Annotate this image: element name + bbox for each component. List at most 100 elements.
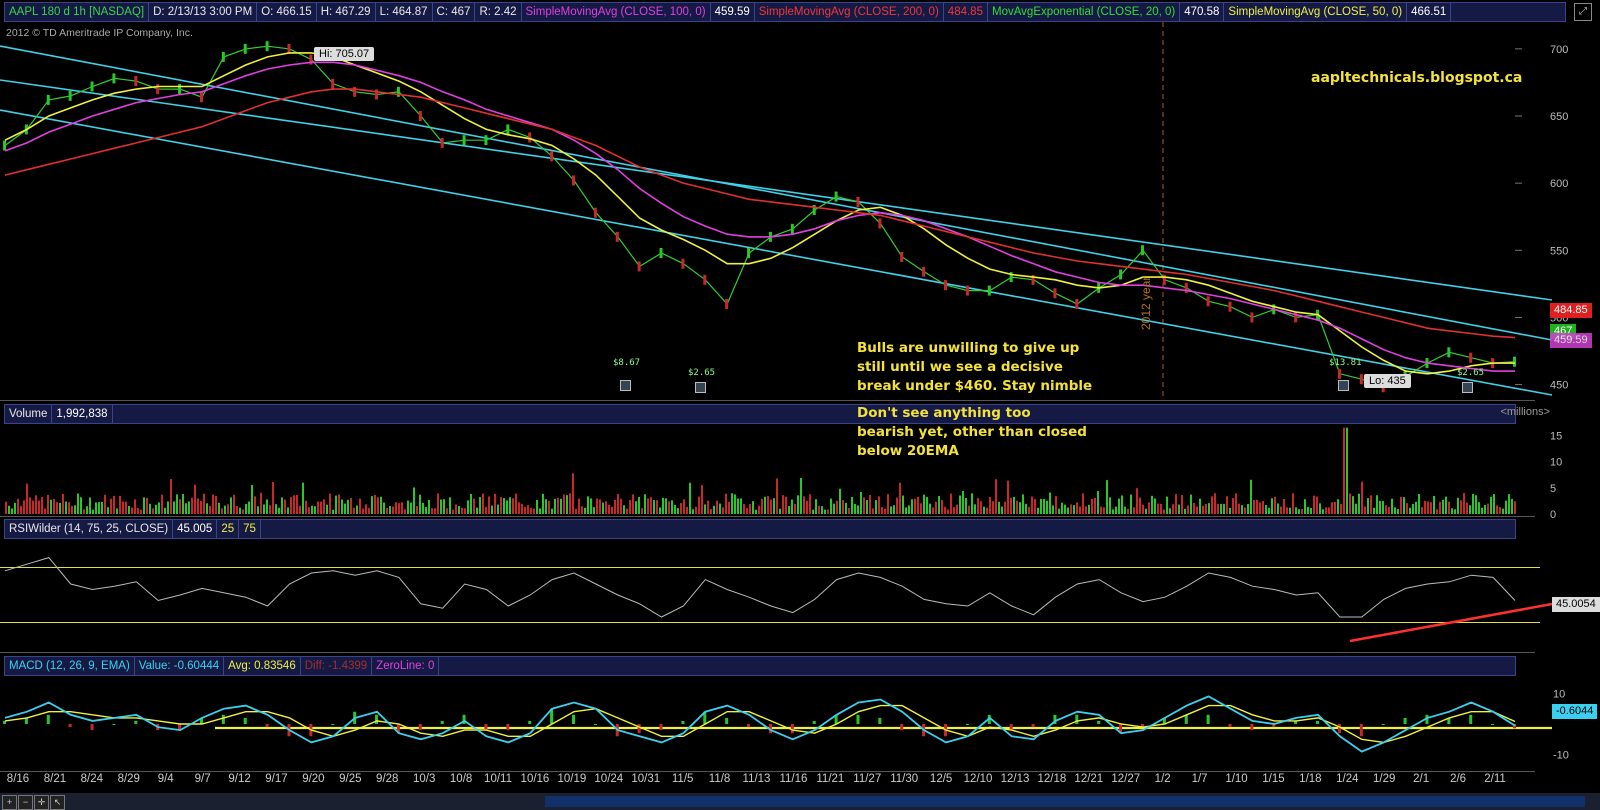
rsi-value-tag: 45.0054 bbox=[1552, 597, 1600, 612]
volume-bar bbox=[1214, 493, 1216, 514]
date-tick-label: 12/18 bbox=[1037, 773, 1067, 785]
volume-bar bbox=[83, 509, 85, 514]
volume-bar bbox=[785, 496, 787, 514]
volume-bar bbox=[917, 496, 919, 514]
dividend-icon[interactable] bbox=[620, 380, 631, 391]
earnings-icon[interactable] bbox=[1338, 380, 1349, 391]
volume-bar bbox=[1322, 509, 1324, 514]
volume-bar bbox=[488, 496, 490, 514]
volume-bar bbox=[1268, 507, 1270, 514]
macd-avg-line bbox=[4, 704, 1516, 744]
price-candle bbox=[1119, 269, 1123, 280]
volume-bar bbox=[845, 502, 847, 514]
time-scrollbar[interactable] bbox=[545, 796, 1585, 807]
volume-bar bbox=[629, 500, 631, 514]
macd-axis-label: -10 bbox=[1553, 750, 1569, 762]
volume-bar bbox=[884, 508, 886, 514]
zoom-in-icon[interactable]: + bbox=[2, 795, 17, 810]
volume-bar bbox=[1442, 499, 1444, 514]
volume-bar bbox=[113, 495, 115, 514]
price-candle bbox=[790, 223, 794, 234]
date-tick-label: 11/8 bbox=[708, 773, 731, 785]
date-tick-label: 9/25 bbox=[339, 773, 362, 785]
volume-bar bbox=[1496, 505, 1498, 514]
date-tick-label: 11/5 bbox=[671, 773, 694, 785]
macd-histogram-bar bbox=[725, 717, 729, 724]
price-candle bbox=[659, 247, 663, 258]
price-candle bbox=[965, 285, 969, 296]
volume-bar bbox=[1094, 497, 1096, 514]
volume-bar bbox=[1097, 490, 1099, 514]
crosshair-icon[interactable]: ✛ bbox=[34, 795, 49, 810]
volume-bar bbox=[1187, 505, 1189, 514]
volume-bar bbox=[1397, 509, 1399, 514]
price-candle bbox=[418, 111, 422, 121]
date-tick-label: 2/6 bbox=[1450, 773, 1467, 785]
dividend-icon[interactable] bbox=[695, 382, 706, 393]
macd-value-line bbox=[4, 695, 1516, 753]
macd-histogram-bar bbox=[681, 720, 685, 724]
volume-bar bbox=[116, 508, 118, 514]
volume-bar bbox=[833, 503, 835, 514]
cursor-icon[interactable]: ↖ bbox=[50, 795, 65, 810]
volume-bar bbox=[911, 499, 913, 514]
volume-bar bbox=[1484, 504, 1486, 514]
volume-bar bbox=[41, 496, 43, 514]
volume-bar bbox=[509, 497, 511, 514]
volume-bar bbox=[1499, 507, 1501, 514]
volume-bar bbox=[1439, 501, 1441, 514]
volume-bar bbox=[389, 506, 391, 514]
volume-bar bbox=[158, 502, 160, 514]
volume-bar bbox=[71, 505, 73, 514]
volume-bar bbox=[1289, 507, 1291, 514]
volume-bar bbox=[512, 498, 514, 514]
macd-histogram-bar bbox=[593, 724, 597, 725]
volume-bar bbox=[557, 497, 559, 514]
volume-bar bbox=[137, 507, 139, 514]
volume-bar bbox=[107, 507, 109, 514]
volume-bar bbox=[1115, 506, 1117, 514]
volume-bar bbox=[836, 500, 838, 514]
volume-bar bbox=[440, 499, 442, 514]
date-tick-label: 9/17 bbox=[265, 773, 288, 785]
volume-bar bbox=[1283, 499, 1285, 514]
volume-bar bbox=[1019, 502, 1021, 514]
price-axis-label: 650 bbox=[1550, 111, 1568, 123]
macd-histogram-bar bbox=[1228, 724, 1232, 728]
volume-bar bbox=[35, 495, 37, 514]
volume-bar bbox=[1160, 503, 1162, 514]
price-candle bbox=[725, 299, 729, 309]
volume-bar bbox=[1403, 497, 1405, 514]
volume-bar bbox=[809, 494, 811, 514]
price-axis-label: 450 bbox=[1550, 380, 1568, 392]
macd-histogram-bar bbox=[659, 724, 663, 731]
volume-bar bbox=[152, 508, 154, 514]
volume-bar bbox=[1385, 505, 1387, 514]
volume-bar bbox=[1142, 504, 1144, 514]
volume-bar bbox=[125, 501, 127, 514]
volume-bar bbox=[614, 499, 616, 514]
volume-bar bbox=[503, 498, 505, 514]
volume-bar bbox=[233, 494, 235, 514]
volume-bar bbox=[749, 503, 751, 514]
volume-bar bbox=[914, 498, 916, 514]
chart-canvas[interactable]: 4505005506006507000510152575-1010 bbox=[0, 0, 1600, 790]
volume-bar bbox=[1163, 509, 1165, 514]
zoom-out-icon[interactable]: − bbox=[18, 795, 33, 810]
date-tick-label: 11/30 bbox=[890, 773, 919, 785]
volume-bar bbox=[251, 484, 253, 514]
volume-bar bbox=[1361, 481, 1363, 514]
volume-bar bbox=[86, 506, 88, 514]
volume-bar bbox=[356, 505, 358, 514]
volume-bar bbox=[767, 495, 769, 514]
volume-bar bbox=[305, 500, 307, 514]
macd-histogram-bar bbox=[1250, 724, 1254, 731]
volume-bar bbox=[1016, 500, 1018, 514]
dividend-icon[interactable] bbox=[1462, 382, 1473, 393]
volume-bar bbox=[683, 499, 685, 514]
volume-bar bbox=[1430, 502, 1432, 514]
volume-bar bbox=[863, 497, 865, 514]
volume-bar bbox=[983, 506, 985, 514]
volume-bar bbox=[1286, 507, 1288, 514]
volume-bar bbox=[29, 497, 31, 514]
